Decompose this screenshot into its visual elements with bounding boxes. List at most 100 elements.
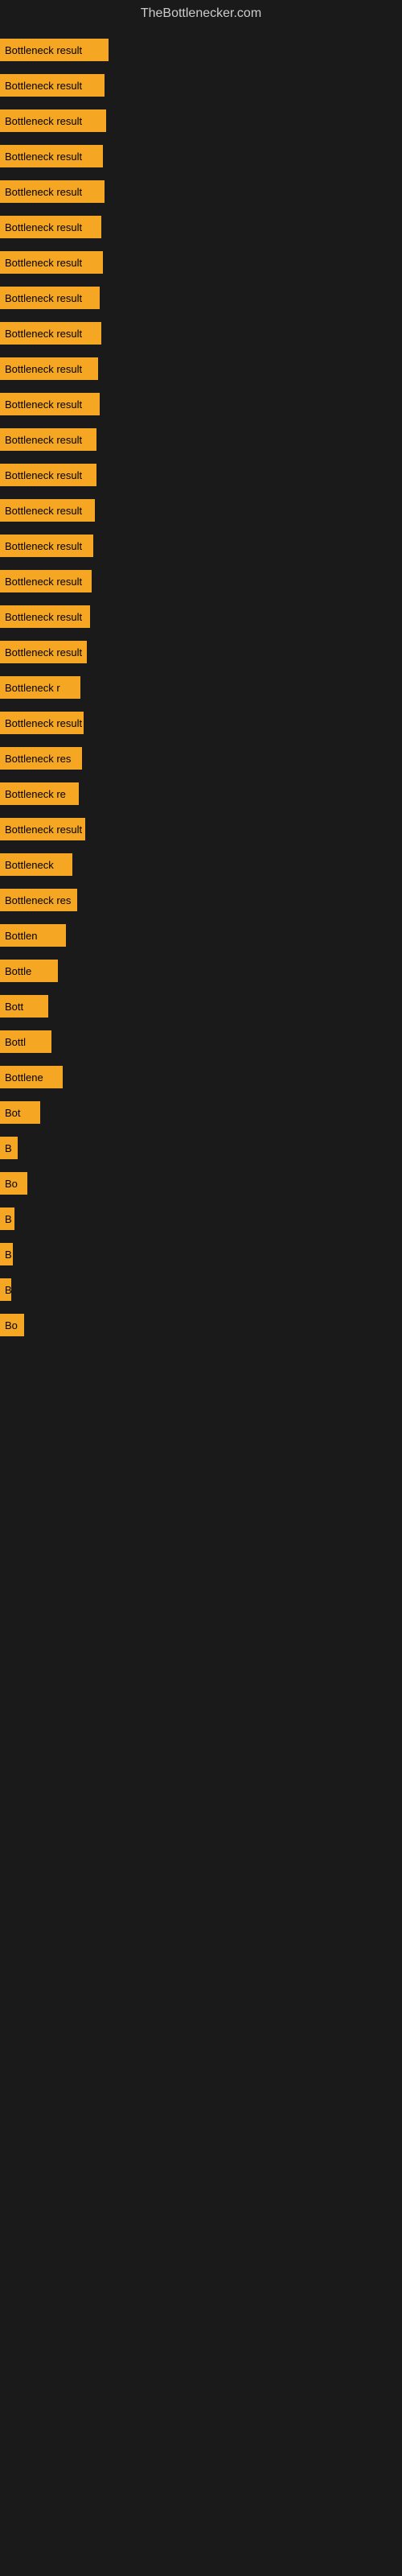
bar-10: Bottleneck result: [0, 393, 100, 415]
bar-14: Bottleneck result: [0, 535, 93, 557]
bar-gap-19: [0, 700, 402, 712]
bar-label-35: B: [5, 1284, 11, 1296]
bar-gap-1: [0, 63, 402, 74]
bar-label-20: Bottleneck res: [5, 753, 71, 765]
bar-item-2: Bottleneck result: [0, 109, 402, 132]
bar-label-16: Bottleneck result: [5, 611, 82, 623]
bar-gap-32: [0, 1161, 402, 1172]
bar-label-31: B: [5, 1142, 12, 1154]
bar-item-21: Bottleneck re: [0, 782, 402, 805]
bar-item-28: Bottl: [0, 1030, 402, 1053]
bar-item-32: Bo: [0, 1172, 402, 1195]
bar-26: Bottle: [0, 960, 58, 982]
bar-label-9: Bottleneck result: [5, 363, 82, 375]
bar-label-25: Bottlen: [5, 930, 37, 942]
bar-item-8: Bottleneck result: [0, 322, 402, 345]
bar-12: Bottleneck result: [0, 464, 96, 486]
bar-label-27: Bott: [5, 1001, 23, 1013]
bar-16: Bottleneck result: [0, 605, 90, 628]
bar-item-4: Bottleneck result: [0, 180, 402, 203]
bar-item-25: Bottlen: [0, 924, 402, 947]
site-title-text: TheBottlenecker.com: [141, 6, 261, 20]
bar-item-11: Bottleneck result: [0, 428, 402, 451]
bar-item-29: Bottlene: [0, 1066, 402, 1088]
bar-gap-33: [0, 1196, 402, 1208]
bar-item-9: Bottleneck result: [0, 357, 402, 380]
bar-label-8: Bottleneck result: [5, 328, 82, 340]
bar-label-19: Bottleneck result: [5, 717, 82, 729]
bar-gap-15: [0, 559, 402, 570]
bar-3: Bottleneck result: [0, 145, 103, 167]
bar-label-30: Bot: [5, 1107, 21, 1119]
bar-gap-0: [0, 27, 402, 39]
bar-gap-13: [0, 488, 402, 499]
bar-item-1: Bottleneck result: [0, 74, 402, 97]
bar-label-3: Bottleneck result: [5, 151, 82, 163]
bar-15: Bottleneck result: [0, 570, 92, 592]
bar-item-0: Bottleneck result: [0, 39, 402, 61]
bar-gap-5: [0, 204, 402, 216]
bar-32: Bo: [0, 1172, 27, 1195]
bar-24: Bottleneck res: [0, 889, 77, 911]
bar-item-19: Bottleneck result: [0, 712, 402, 734]
bar-label-29: Bottlene: [5, 1071, 43, 1084]
bar-29: Bottlene: [0, 1066, 63, 1088]
bar-item-12: Bottleneck result: [0, 464, 402, 486]
bar-item-13: Bottleneck result: [0, 499, 402, 522]
bar-label-28: Bottl: [5, 1036, 26, 1048]
bar-gap-12: [0, 452, 402, 464]
bar-11: Bottleneck result: [0, 428, 96, 451]
bar-gap-35: [0, 1267, 402, 1278]
bar-36: Bo: [0, 1314, 24, 1336]
bar-gap-25: [0, 913, 402, 924]
bar-label-4: Bottleneck result: [5, 186, 82, 198]
bar-1: Bottleneck result: [0, 74, 105, 97]
bar-item-17: Bottleneck result: [0, 641, 402, 663]
bar-item-3: Bottleneck result: [0, 145, 402, 167]
bar-33: B: [0, 1208, 14, 1230]
bar-label-7: Bottleneck result: [5, 292, 82, 304]
bar-label-36: Bo: [5, 1319, 18, 1331]
bar-20: Bottleneck res: [0, 747, 82, 770]
bar-item-26: Bottle: [0, 960, 402, 982]
bar-item-10: Bottleneck result: [0, 393, 402, 415]
bar-27: Bott: [0, 995, 48, 1018]
bar-item-34: B: [0, 1243, 402, 1265]
bar-item-35: B: [0, 1278, 402, 1301]
bar-label-21: Bottleneck re: [5, 788, 66, 800]
bar-35: B: [0, 1278, 11, 1301]
bar-chart: Bottleneck result Bottleneck result Bottle…: [0, 27, 402, 1336]
bar-5: Bottleneck result: [0, 216, 101, 238]
bar-gap-24: [0, 877, 402, 889]
bar-label-5: Bottleneck result: [5, 221, 82, 233]
bar-label-18: Bottleneck r: [5, 682, 60, 694]
bar-gap-21: [0, 771, 402, 782]
bar-item-24: Bottleneck res: [0, 889, 402, 911]
bar-label-34: B: [5, 1249, 12, 1261]
bar-label-13: Bottleneck result: [5, 505, 82, 517]
bar-item-6: Bottleneck result: [0, 251, 402, 274]
bar-label-14: Bottleneck result: [5, 540, 82, 552]
bar-item-30: Bot: [0, 1101, 402, 1124]
bar-label-1: Bottleneck result: [5, 80, 82, 92]
bar-label-32: Bo: [5, 1178, 18, 1190]
bar-gap-27: [0, 984, 402, 995]
bar-label-6: Bottleneck result: [5, 257, 82, 269]
bar-28: Bottl: [0, 1030, 51, 1053]
bar-label-15: Bottleneck result: [5, 576, 82, 588]
bar-25: Bottlen: [0, 924, 66, 947]
bar-gap-6: [0, 240, 402, 251]
bar-item-14: Bottleneck result: [0, 535, 402, 557]
bar-8: Bottleneck result: [0, 322, 101, 345]
bar-gap-11: [0, 417, 402, 428]
bar-0: Bottleneck result: [0, 39, 109, 61]
bar-23: Bottleneck: [0, 853, 72, 876]
bar-gap-17: [0, 630, 402, 641]
bar-21: Bottleneck re: [0, 782, 79, 805]
bar-gap-31: [0, 1125, 402, 1137]
bar-gap-8: [0, 311, 402, 322]
bar-22: Bottleneck result: [0, 818, 85, 840]
bar-gap-3: [0, 134, 402, 145]
bar-gap-4: [0, 169, 402, 180]
bar-gap-18: [0, 665, 402, 676]
